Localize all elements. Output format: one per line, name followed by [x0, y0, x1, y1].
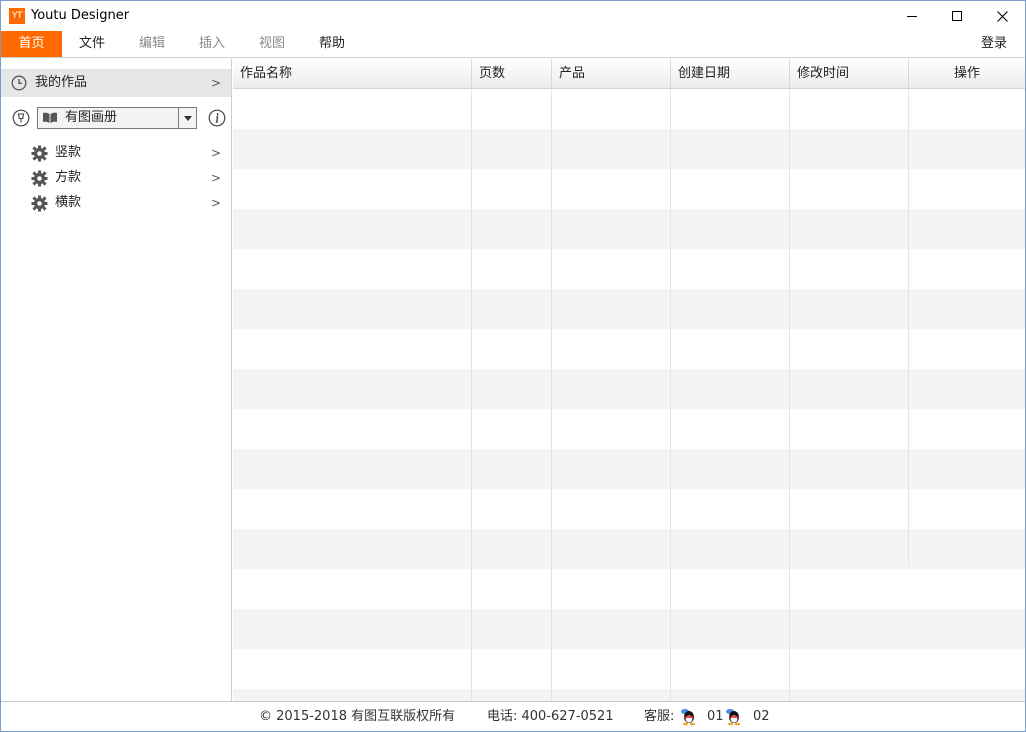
qq-service-01[interactable]: 01: [707, 702, 724, 732]
chevron-down-icon: [184, 116, 192, 121]
category-select-value: 有图画册: [65, 110, 118, 125]
column-header-pages[interactable]: 页数: [471, 59, 551, 89]
table-row: [233, 569, 1025, 609]
window-title: Youtu Designer: [31, 8, 130, 23]
table-row: [233, 329, 1025, 369]
gear-icon: [31, 195, 48, 212]
menu-bar: 首页 文件 编辑 插入 视图 帮助 登录: [1, 31, 1025, 58]
select-dropdown-button[interactable]: [178, 108, 196, 128]
menu-view[interactable]: 视图: [247, 31, 297, 57]
service-label: 客服:: [644, 709, 675, 724]
sidebar-item-vertical[interactable]: 竖款 >: [1, 141, 231, 165]
sidebar: 我的作品 > 有图画册 竖款 > 方款 > 横款 >: [1, 59, 232, 701]
my-works-item[interactable]: 我的作品 >: [1, 69, 231, 97]
minimize-button[interactable]: [889, 1, 935, 31]
column-divider: [670, 89, 671, 701]
menu-insert[interactable]: 插入: [187, 31, 237, 57]
column-header-name[interactable]: 作品名称: [233, 59, 471, 89]
table-row: [233, 169, 1025, 209]
column-header-modified[interactable]: 修改时间: [789, 59, 908, 89]
works-table: 作品名称 页数 产品 创建日期 修改时间 操作: [233, 59, 1025, 701]
qq-service-02[interactable]: 02: [753, 702, 770, 732]
table-row: [233, 209, 1025, 249]
book-icon: [43, 112, 57, 123]
table-row: [233, 489, 1025, 529]
gear-icon: [31, 170, 48, 187]
column-header-product[interactable]: 产品: [551, 59, 670, 89]
clock-icon: [11, 75, 27, 91]
qq-icon[interactable]: [724, 708, 742, 726]
chevron-right-icon: >: [210, 196, 221, 210]
pin-icon: [12, 109, 30, 127]
status-bar: © 2015-2018 有图互联版权所有 电话: 400-627-0521 客服…: [1, 701, 1025, 731]
app-window: YT Youtu Designer 首页 文件 编辑 插入 视图 帮助 登录 我…: [0, 0, 1026, 732]
phone-text: 电话: 400-627-0521: [487, 709, 614, 724]
column-divider: [471, 89, 472, 701]
table-row: [233, 609, 1025, 649]
table-row: [233, 249, 1025, 289]
chevron-right-icon: >: [210, 76, 221, 90]
category-select[interactable]: 有图画册: [37, 107, 197, 129]
chevron-right-icon: >: [210, 146, 221, 160]
menu-help[interactable]: 帮助: [307, 31, 357, 57]
sidebar-item-horizontal[interactable]: 横款 >: [1, 191, 231, 215]
column-divider: [908, 89, 909, 567]
table-header: 作品名称 页数 产品 创建日期 修改时间 操作: [233, 59, 1025, 89]
table-row: [233, 409, 1025, 449]
maximize-icon: [952, 11, 962, 21]
table-row: [233, 529, 1025, 569]
info-icon[interactable]: [208, 109, 226, 127]
column-divider: [551, 89, 552, 701]
chevron-right-icon: >: [210, 171, 221, 185]
close-button[interactable]: [979, 1, 1025, 31]
category-row: 有图画册: [1, 105, 231, 131]
gear-icon: [31, 145, 48, 162]
table-row: [233, 649, 1025, 689]
menu-file[interactable]: 文件: [67, 31, 117, 57]
maximize-button[interactable]: [934, 1, 980, 31]
table-row: [233, 289, 1025, 329]
sidebar-item-label: 横款: [55, 195, 82, 210]
copyright-text: © 2015-2018 有图互联版权所有: [259, 709, 456, 724]
menu-home[interactable]: 首页: [1, 31, 62, 57]
sidebar-item-square[interactable]: 方款 >: [1, 166, 231, 190]
minimize-icon: [907, 15, 917, 17]
table-row: [233, 689, 1025, 701]
close-icon: [996, 10, 1008, 22]
menu-edit[interactable]: 编辑: [127, 31, 177, 57]
table-row: [233, 369, 1025, 409]
qq-icon[interactable]: [679, 708, 697, 726]
title-bar[interactable]: YT Youtu Designer: [1, 1, 1025, 31]
table-row: [233, 449, 1025, 489]
column-divider: [789, 89, 790, 701]
table-row: [233, 129, 1025, 169]
app-logo: YT: [9, 8, 25, 24]
sidebar-item-label: 方款: [55, 170, 82, 185]
my-works-label: 我的作品: [35, 75, 88, 90]
column-header-actions[interactable]: 操作: [908, 59, 1025, 89]
login-button[interactable]: 登录: [981, 31, 1007, 57]
sidebar-item-label: 竖款: [55, 145, 82, 160]
column-header-created[interactable]: 创建日期: [670, 59, 789, 89]
table-row: [233, 89, 1025, 129]
